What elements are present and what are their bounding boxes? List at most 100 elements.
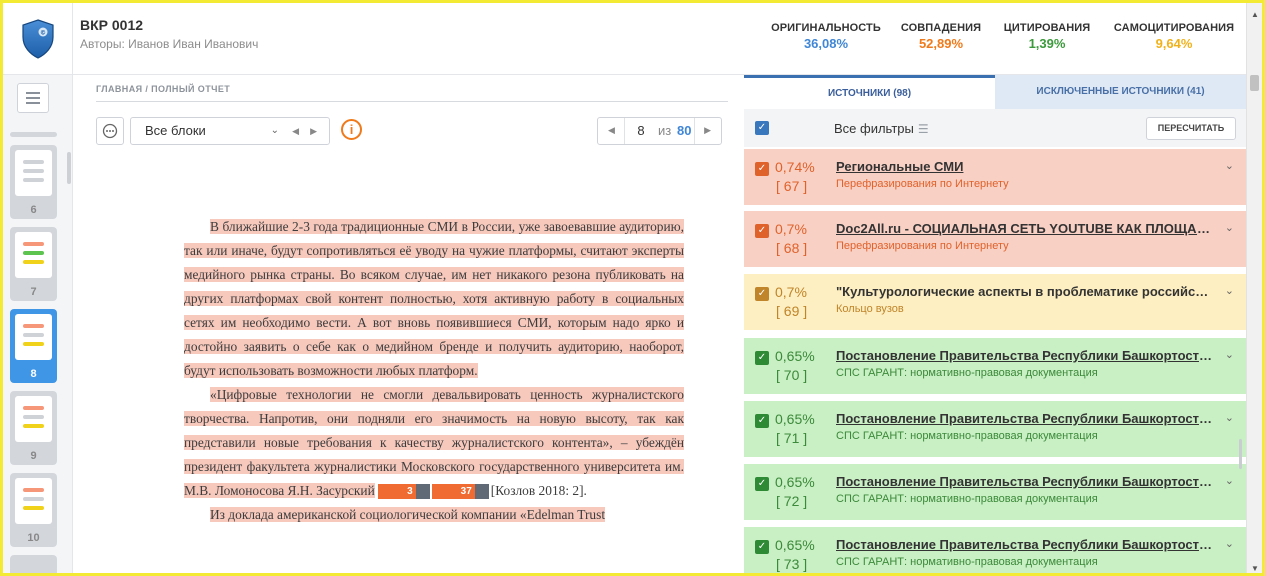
source-title-link[interactable]: Постановление Правительства Республики Б… (836, 474, 1214, 489)
page-thumbnail-partial[interactable] (10, 132, 57, 137)
next-block-button[interactable]: ▶ (310, 118, 317, 144)
source-collection: СПС ГАРАНТ: нормативно-правовая документ… (836, 430, 1098, 442)
document-viewer: ГЛАВНАЯ / ПОЛНЫЙ ОТЧЕТ Все блоки ⌄ ◀ ▶ i… (74, 75, 744, 573)
breadcrumb[interactable]: ГЛАВНАЯ / ПОЛНЫЙ ОТЧЕТ (96, 84, 230, 94)
sources-scrollbar[interactable] (1239, 439, 1242, 469)
previous-page-button[interactable]: ◀ (608, 125, 615, 136)
source-title-link[interactable]: Региональные СМИ (836, 159, 1214, 174)
source-title-link[interactable]: Постановление Правительства Республики Б… (836, 348, 1214, 363)
menu-button[interactable] (17, 83, 49, 113)
page-thumbnail[interactable]: 6 (10, 145, 57, 219)
thumbnail-page (15, 232, 52, 278)
next-page-button[interactable]: ▶ (704, 125, 711, 136)
thumbnail-number: 9 (30, 450, 37, 462)
chevron-down-icon[interactable]: ⌄ (1225, 348, 1234, 361)
divider (624, 118, 625, 144)
gear-icon[interactable]: ⚙ (474, 484, 510, 500)
page-navigator: ◀ 8 из 80 ▶ (597, 117, 722, 145)
chevron-down-icon[interactable]: ⌄ (1225, 537, 1234, 550)
chevron-down-icon[interactable]: ⌄ (1225, 159, 1234, 172)
source-item[interactable]: ✓ 0,74% [ 67 ] Региональные СМИ Перефраз… (744, 149, 1246, 205)
divider (96, 101, 728, 102)
hamburger-icon (26, 92, 40, 94)
tab-excluded-sources[interactable]: ИСКЛЮЧЕННЫЕ ИСТОЧНИКИ (41) (995, 75, 1246, 109)
chevron-down-icon[interactable]: ⌄ (1225, 221, 1234, 234)
window-scrollbar[interactable]: ▲ ▼ (1246, 3, 1262, 573)
stat-matches[interactable]: СОВПАДЕНИЯ 52,89% (896, 22, 986, 51)
highlighted-text[interactable]: Из доклада американской социологической … (210, 507, 606, 522)
page-thumbnail-partial[interactable] (10, 555, 57, 573)
source-item[interactable]: ✓ 0,65% [ 70 ] Постановление Правительст… (744, 338, 1246, 394)
source-collection: Перефразирования по Интернету (836, 178, 1009, 190)
source-title-link[interactable]: Doc2All.ru - СОЦИАЛЬНАЯ СЕТЬ YOUTUBE КАК… (836, 221, 1214, 236)
match-marker[interactable]: 37 (431, 484, 475, 500)
source-collection: Перефразирования по Интернету (836, 240, 1009, 252)
shield-icon: © (21, 19, 54, 59)
source-collection: СПС ГАРАНТ: нормативно-правовая документ… (836, 367, 1098, 379)
source-item[interactable]: ✓ 0,7% [ 69 ] "Культурологические аспект… (744, 274, 1246, 330)
thumbnail-line (23, 333, 44, 337)
source-percent: 0,65% (775, 411, 815, 427)
recalculate-button[interactable]: ПЕРЕСЧИТАТЬ (1146, 117, 1236, 140)
comments-button[interactable] (96, 117, 124, 145)
match-marker[interactable]: 3 (378, 484, 416, 500)
stat-self-citations[interactable]: САМОЦИТИРОВАНИЯ 9,64% (1111, 22, 1237, 51)
chevron-down-icon[interactable]: ⌄ (1225, 474, 1234, 487)
scroll-down-arrow-icon[interactable]: ▼ (1251, 564, 1259, 573)
source-checkbox[interactable]: ✓ (755, 414, 769, 428)
previous-block-button[interactable]: ◀ (292, 118, 299, 144)
page-thumbnail[interactable]: 7 (10, 227, 57, 301)
source-item[interactable]: ✓ 0,65% [ 72 ] Постановление Правительст… (744, 464, 1246, 520)
info-icon[interactable]: i (341, 119, 362, 140)
thumbnail-number: 8 (30, 368, 37, 380)
source-collection: СПС ГАРАНТ: нормативно-правовая документ… (836, 493, 1098, 505)
sources-panel: ИСТОЧНИКИ (98) ИСКЛЮЧЕННЫЕ ИСТОЧНИКИ (41… (744, 75, 1246, 573)
source-item[interactable]: ✓ 0,65% [ 73 ] Постановление Правительст… (744, 527, 1246, 573)
chat-bubble-icon (102, 123, 118, 139)
chevron-down-icon[interactable]: ⌄ (1225, 411, 1234, 424)
select-all-checkbox[interactable]: ✓ (755, 121, 769, 135)
source-checkbox[interactable]: ✓ (755, 224, 769, 238)
stat-value: 52,89% (918, 36, 964, 51)
source-collection: СПС ГАРАНТ: нормативно-правовая документ… (836, 556, 1098, 568)
gear-icon[interactable]: ⚙ (415, 484, 451, 500)
source-index: [ 67 ] (776, 178, 808, 194)
source-index: [ 71 ] (776, 430, 808, 446)
logo[interactable]: © (3, 3, 73, 75)
thumbnail-number: 10 (27, 532, 40, 544)
thumbnail-page (15, 314, 52, 360)
source-title-link[interactable]: Постановление Правительства Республики Б… (836, 537, 1214, 552)
thumbnail-line (23, 342, 44, 346)
source-checkbox[interactable]: ✓ (755, 351, 769, 365)
page-thumbnail[interactable]: 9 (10, 391, 57, 465)
stat-citations[interactable]: ЦИТИРОВАНИЯ 1,39% (1001, 22, 1093, 51)
source-item[interactable]: ✓ 0,65% [ 71 ] Постановление Правительст… (744, 401, 1246, 457)
source-checkbox[interactable]: ✓ (755, 287, 769, 301)
scrollbar-thumb[interactable] (1250, 75, 1259, 91)
thumbnail-line (23, 169, 44, 173)
source-item[interactable]: ✓ 0,7% [ 68 ] Doc2All.ru - СОЦИАЛЬНАЯ СЕ… (744, 211, 1246, 267)
app-frame: © ВКР 0012 Авторы: Иванов Иван Иванович … (0, 0, 1265, 576)
page-thumbnail-active[interactable]: 8 (10, 309, 57, 383)
source-checkbox[interactable]: ✓ (755, 540, 769, 554)
source-title-link[interactable]: Постановление Правительства Республики Б… (836, 411, 1214, 426)
stat-label: ОРИГИНАЛЬНОСТЬ (771, 22, 881, 34)
scroll-up-arrow-icon[interactable]: ▲ (1251, 10, 1259, 19)
svg-text:©: © (40, 30, 46, 37)
blocks-select[interactable]: Все блоки ⌄ ◀ ▶ (130, 117, 330, 145)
tab-sources[interactable]: ИСТОЧНИКИ (98) (744, 75, 995, 109)
source-checkbox[interactable]: ✓ (755, 477, 769, 491)
stat-originality[interactable]: ОРИГИНАЛЬНОСТЬ 36,08% (771, 22, 881, 51)
current-page-input[interactable]: 8 (630, 123, 652, 138)
sidebar-scrollbar[interactable] (67, 152, 71, 184)
thumbnail-line (23, 324, 44, 328)
source-percent: 0,74% (775, 159, 815, 175)
stat-label: САМОЦИТИРОВАНИЯ (1113, 22, 1235, 34)
chevron-down-icon[interactable]: ⌄ (1225, 284, 1234, 297)
filters-button[interactable]: Все фильтры ☰ (834, 121, 929, 136)
source-title[interactable]: "Культурологические аспекты в проблемати… (836, 284, 1214, 299)
source-checkbox[interactable]: ✓ (755, 162, 769, 176)
page-thumbnail[interactable]: 10 (10, 473, 57, 547)
highlighted-text[interactable]: «Цифровые технологии не смогли девальвир… (184, 387, 684, 498)
highlighted-text[interactable]: В ближайшие 2-3 года традиционные СМИ в … (184, 219, 684, 378)
